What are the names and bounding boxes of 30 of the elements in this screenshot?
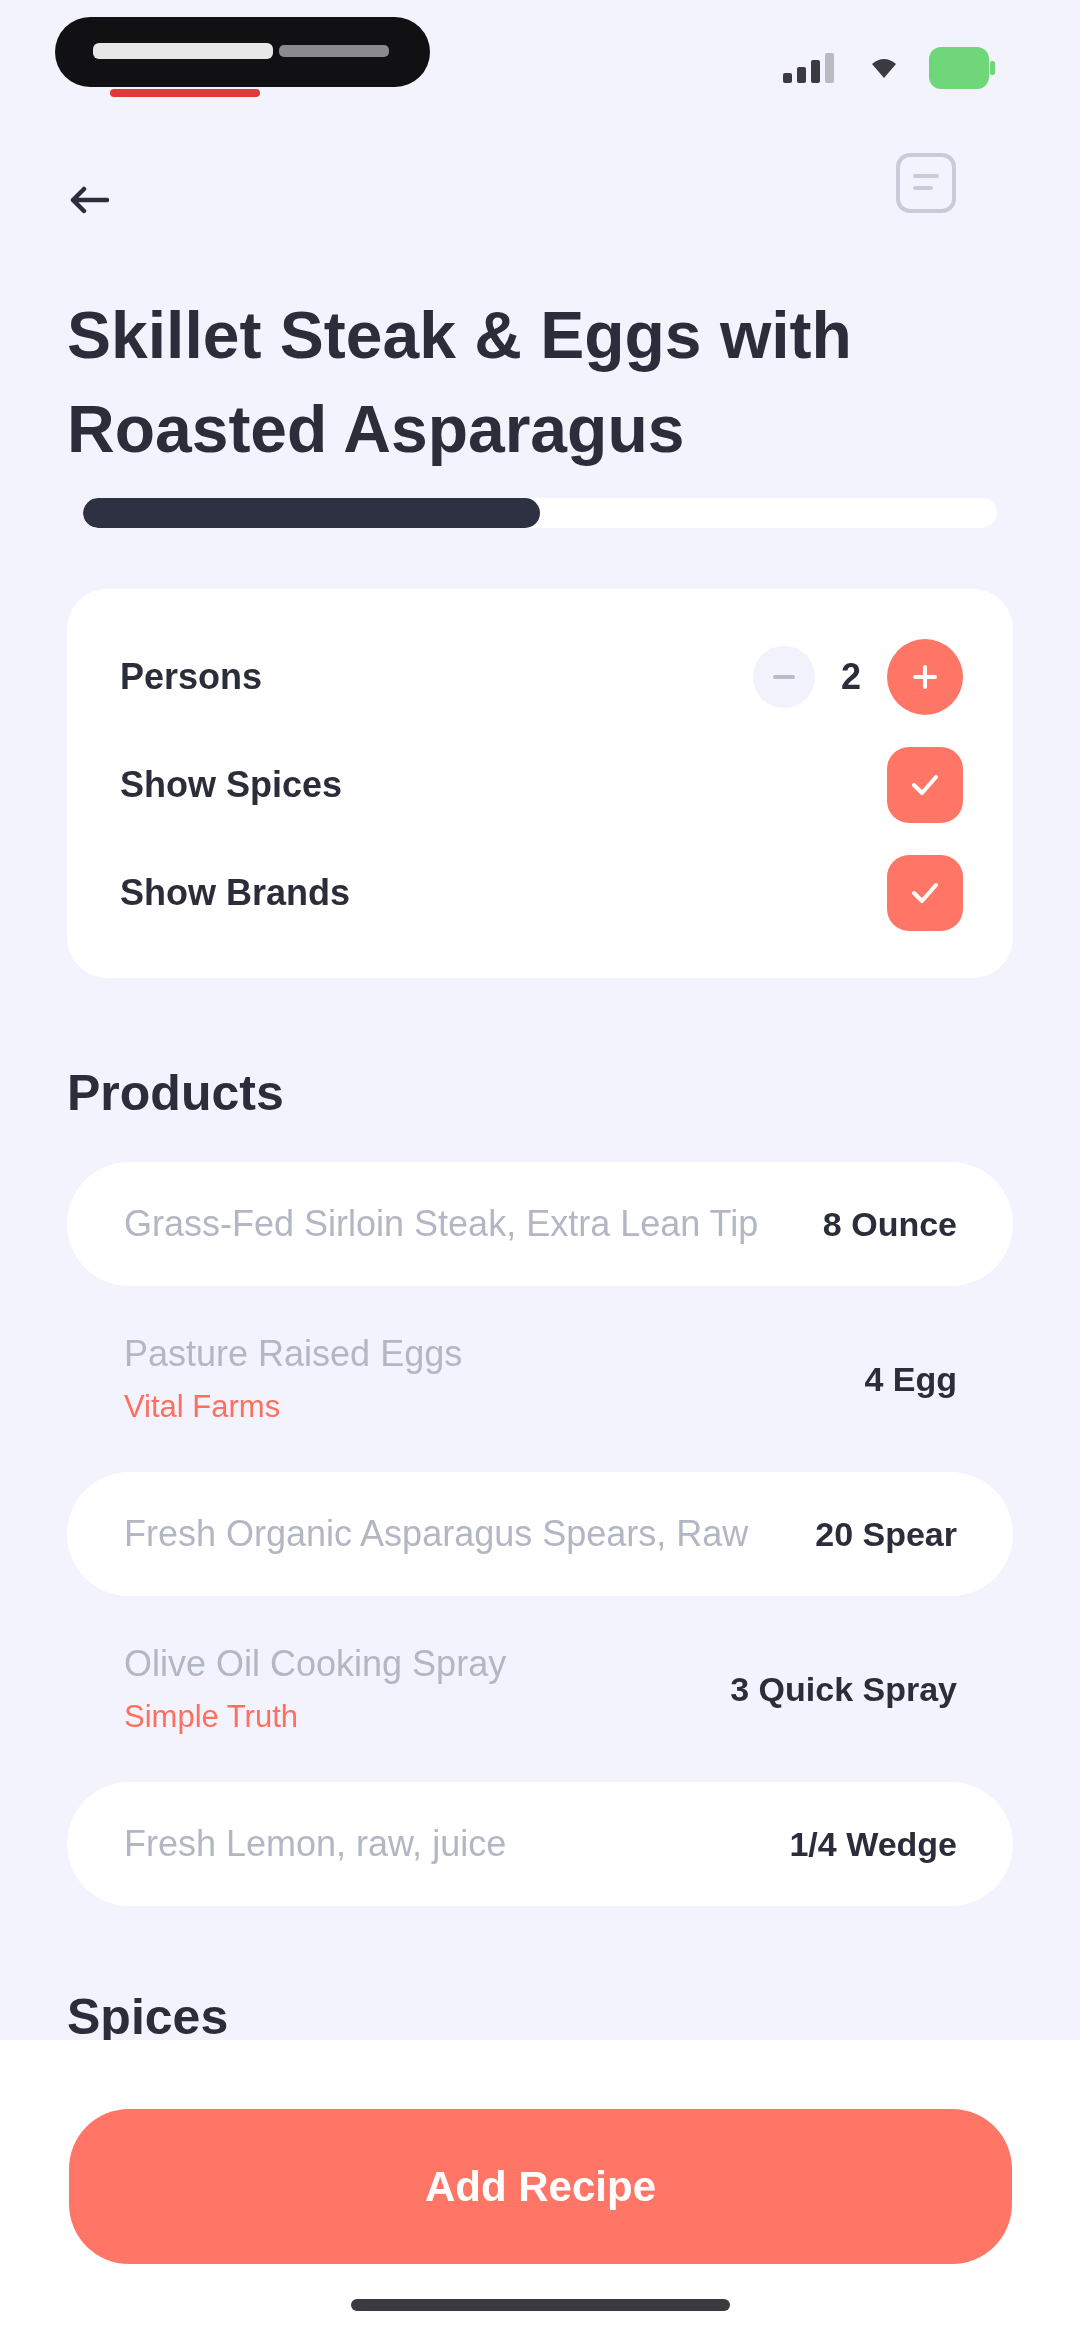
wifi-icon xyxy=(871,57,897,79)
add-recipe-button[interactable]: Add Recipe xyxy=(69,2109,1012,2264)
product-brand: Vital Farms xyxy=(124,1388,282,1426)
section-heading: Spices xyxy=(67,1989,230,2045)
product-name: Fresh Organic Asparagus Spears, Raw xyxy=(124,1512,749,1556)
option-label: Show Brands xyxy=(120,871,351,915)
battery-icon xyxy=(929,47,995,89)
product-name: Fresh Lemon, raw, juice xyxy=(124,1822,507,1866)
product-name: Pasture Raised Eggs xyxy=(124,1332,463,1376)
product-amount: 8 Ounce xyxy=(822,1203,957,1245)
checkbox[interactable] xyxy=(887,747,963,823)
checkbox[interactable] xyxy=(887,855,963,931)
note-icon[interactable] xyxy=(895,152,957,214)
section-heading: Products xyxy=(67,1065,285,1121)
product-amount: 1/4 Wedge xyxy=(789,1823,957,1865)
back-arrow-icon xyxy=(69,186,109,214)
persons-count: 2 xyxy=(840,655,861,699)
option-label: Show Spices xyxy=(120,763,343,807)
checkmark-icon xyxy=(911,774,939,796)
checkmark-icon xyxy=(911,882,939,904)
option-label: Persons xyxy=(120,655,263,699)
product-name: Olive Oil Cooking Spray xyxy=(124,1642,507,1686)
minus-icon xyxy=(772,675,795,679)
product-brand: Simple Truth xyxy=(124,1698,299,1736)
product-amount: 20 Spear xyxy=(815,1513,957,1555)
product-name: Grass-Fed Sirloin Steak, Extra Lean Tip xyxy=(124,1202,759,1246)
product-amount: 4 Egg xyxy=(864,1358,957,1400)
product-amount: 3 Quick Spray xyxy=(730,1668,957,1710)
recipe-title: Skillet Steak & Eggs with Roasted Asparagus xyxy=(67,297,853,468)
plus-icon xyxy=(913,665,937,689)
